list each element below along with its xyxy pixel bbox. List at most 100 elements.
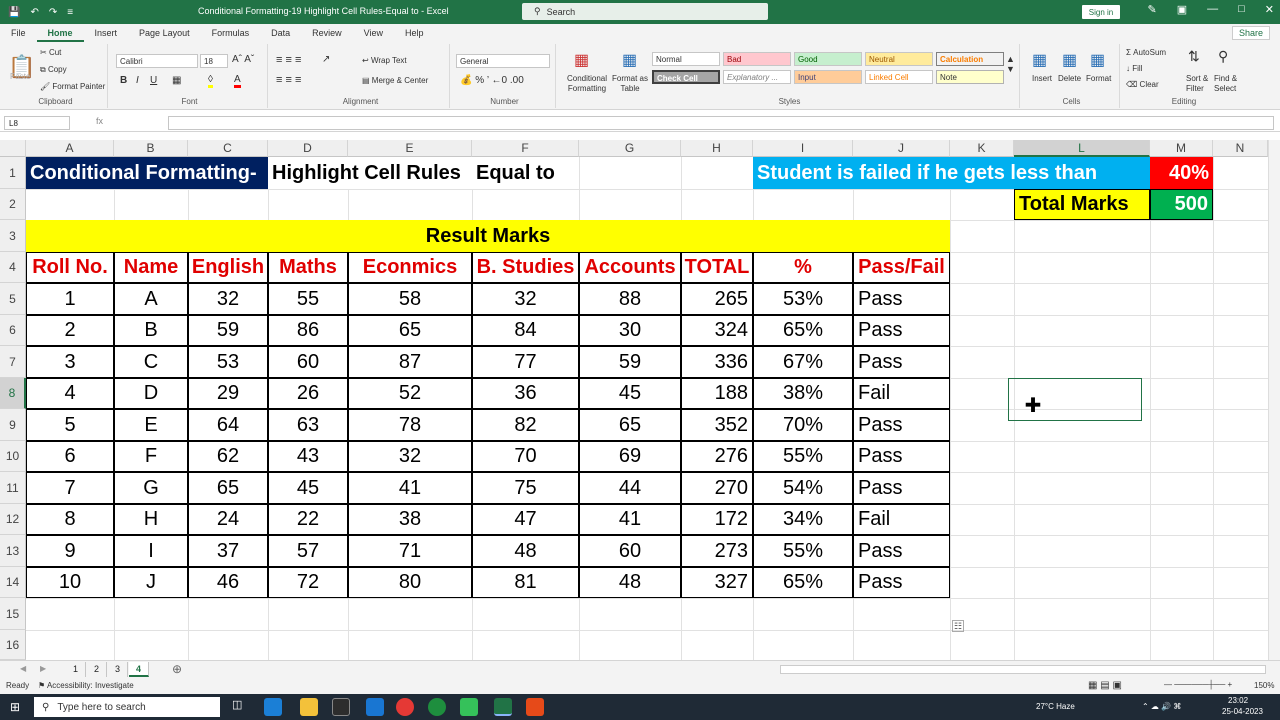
table-cell[interactable]: J (114, 567, 188, 598)
table-cell[interactable]: Pass (853, 283, 950, 315)
windows-start-icon[interactable]: ⊞ (10, 700, 20, 714)
delete-cells-icon[interactable]: ▦ (1062, 50, 1077, 70)
font-name-select[interactable]: Calibri (116, 54, 198, 68)
tab-formulas[interactable]: Formulas (201, 24, 261, 42)
style-linked-cell[interactable]: Linked Cell (865, 70, 933, 84)
table-cell[interactable]: 70 (472, 441, 579, 472)
insert-cells-button[interactable]: Insert (1032, 74, 1052, 83)
task-view-icon[interactable]: ◫ (232, 698, 250, 716)
style-explanatory[interactable]: Explanatory ... (723, 70, 791, 84)
table-cell[interactable]: 47 (472, 504, 579, 535)
table-cell[interactable]: 273 (681, 535, 753, 567)
table-cell[interactable]: 59 (188, 315, 268, 346)
chrome-icon[interactable] (396, 698, 414, 716)
tab-insert[interactable]: Insert (84, 24, 129, 42)
row-header-12[interactable]: 12 (0, 504, 26, 535)
table-cell[interactable]: 58 (348, 283, 472, 315)
maximize-icon[interactable]: □ (1238, 3, 1245, 16)
sheet-tab-4[interactable]: 4 (129, 662, 149, 677)
row-header-6[interactable]: 6 (0, 315, 26, 346)
table-cell[interactable]: 59 (579, 346, 681, 378)
table-cell[interactable]: 71 (348, 535, 472, 567)
borders-icon[interactable]: ▦ (172, 75, 181, 86)
tab-data[interactable]: Data (260, 24, 301, 42)
table-cell[interactable]: C (114, 346, 188, 378)
column-header-d[interactable]: D (268, 140, 348, 157)
table-cell[interactable]: 352 (681, 409, 753, 441)
table-cell[interactable]: D (114, 378, 188, 409)
top-align-icon[interactable]: ≡ ≡ ≡ (276, 54, 301, 66)
row-header-10[interactable]: 10 (0, 441, 26, 472)
currency-icon[interactable]: 💰 % ’ ←0 .00 (460, 75, 524, 86)
pen-icon[interactable]: ✎ (1148, 3, 1157, 16)
add-sheet-icon[interactable]: ⊕ (172, 662, 182, 676)
style-normal[interactable]: Normal (652, 52, 720, 66)
tray-icons[interactable]: ⌃ ☁ 🔊 ⌘ (1142, 702, 1181, 711)
table-cell[interactable]: 24 (188, 504, 268, 535)
table-cell[interactable]: 36 (472, 378, 579, 409)
search-box[interactable]: ⚲ Search (522, 3, 768, 20)
title-conditional-formatting[interactable]: Conditional Formatting- (26, 157, 268, 189)
table-cell[interactable]: H (114, 504, 188, 535)
title-equal-to[interactable]: Equal to (472, 157, 579, 189)
sort-filter-button[interactable]: Sort & Filter (1186, 74, 1212, 94)
table-cell[interactable]: 3 (26, 346, 114, 378)
table-cell[interactable]: 64 (188, 409, 268, 441)
table-cell[interactable]: 82 (472, 409, 579, 441)
table-cell[interactable]: 7 (26, 472, 114, 504)
table-cell[interactable]: 78 (348, 409, 472, 441)
cut-button[interactable]: ✂ Cut (40, 48, 61, 57)
table-cell[interactable]: 88 (579, 283, 681, 315)
store-icon[interactable] (332, 698, 350, 716)
table-header-cell[interactable]: Pass/Fail (853, 252, 950, 283)
tab-view[interactable]: View (353, 24, 394, 42)
table-cell[interactable]: 2 (26, 315, 114, 346)
mail-icon[interactable] (366, 698, 384, 716)
table-cell[interactable]: 172 (681, 504, 753, 535)
table-cell[interactable]: 34% (753, 504, 853, 535)
table-cell[interactable]: 41 (579, 504, 681, 535)
font-size-select[interactable]: 18 (200, 54, 228, 68)
fx-icon[interactable]: fx (96, 116, 103, 126)
tab-review[interactable]: Review (301, 24, 353, 42)
formula-input[interactable] (168, 116, 1274, 130)
table-cell[interactable]: A (114, 283, 188, 315)
table-cell[interactable]: 53% (753, 283, 853, 315)
customize-qat-icon[interactable]: ≡ (67, 7, 73, 18)
style-neutral[interactable]: Neutral (865, 52, 933, 66)
table-cell[interactable]: Pass (853, 346, 950, 378)
table-cell[interactable]: Pass (853, 441, 950, 472)
title-highlight-cell-rules[interactable]: Highlight Cell Rules (268, 157, 472, 189)
row-header-9[interactable]: 9 (0, 409, 26, 441)
row-header-14[interactable]: 14 (0, 567, 26, 598)
row-header-16[interactable]: 16 (0, 630, 26, 660)
table-cell[interactable]: Pass (853, 315, 950, 346)
table-cell[interactable]: 54% (753, 472, 853, 504)
table-cell[interactable]: 43 (268, 441, 348, 472)
accessibility-status[interactable]: ⚑ Accessibility: Investigate (38, 681, 134, 690)
column-header-b[interactable]: B (114, 140, 188, 157)
table-cell[interactable]: 336 (681, 346, 753, 378)
sheet-tab-1[interactable]: 1 (66, 662, 86, 677)
column-header-n[interactable]: N (1213, 140, 1268, 157)
normal-view-icon[interactable]: ▦ ▤ ▣ (1088, 680, 1122, 691)
find-select-button[interactable]: Find & Select (1214, 74, 1244, 94)
table-cell[interactable]: 5 (26, 409, 114, 441)
find-select-icon[interactable]: ⚲ (1218, 48, 1228, 65)
table-cell[interactable]: 270 (681, 472, 753, 504)
table-cell[interactable]: E (114, 409, 188, 441)
format-as-table-icon[interactable]: ▦ (622, 50, 637, 70)
table-cell[interactable]: 22 (268, 504, 348, 535)
horizontal-scrollbar[interactable] (780, 665, 1266, 674)
table-cell[interactable]: 55 (268, 283, 348, 315)
column-header-a[interactable]: A (26, 140, 114, 157)
table-cell[interactable]: 67% (753, 346, 853, 378)
column-header-g[interactable]: G (579, 140, 681, 157)
table-cell[interactable]: I (114, 535, 188, 567)
font-color-icon[interactable]: A (234, 74, 241, 88)
share-button[interactable]: Share (1231, 26, 1270, 40)
table-cell[interactable]: 84 (472, 315, 579, 346)
paste-button[interactable]: Paste (10, 72, 30, 81)
table-cell[interactable]: 46 (188, 567, 268, 598)
table-cell[interactable]: 55% (753, 441, 853, 472)
